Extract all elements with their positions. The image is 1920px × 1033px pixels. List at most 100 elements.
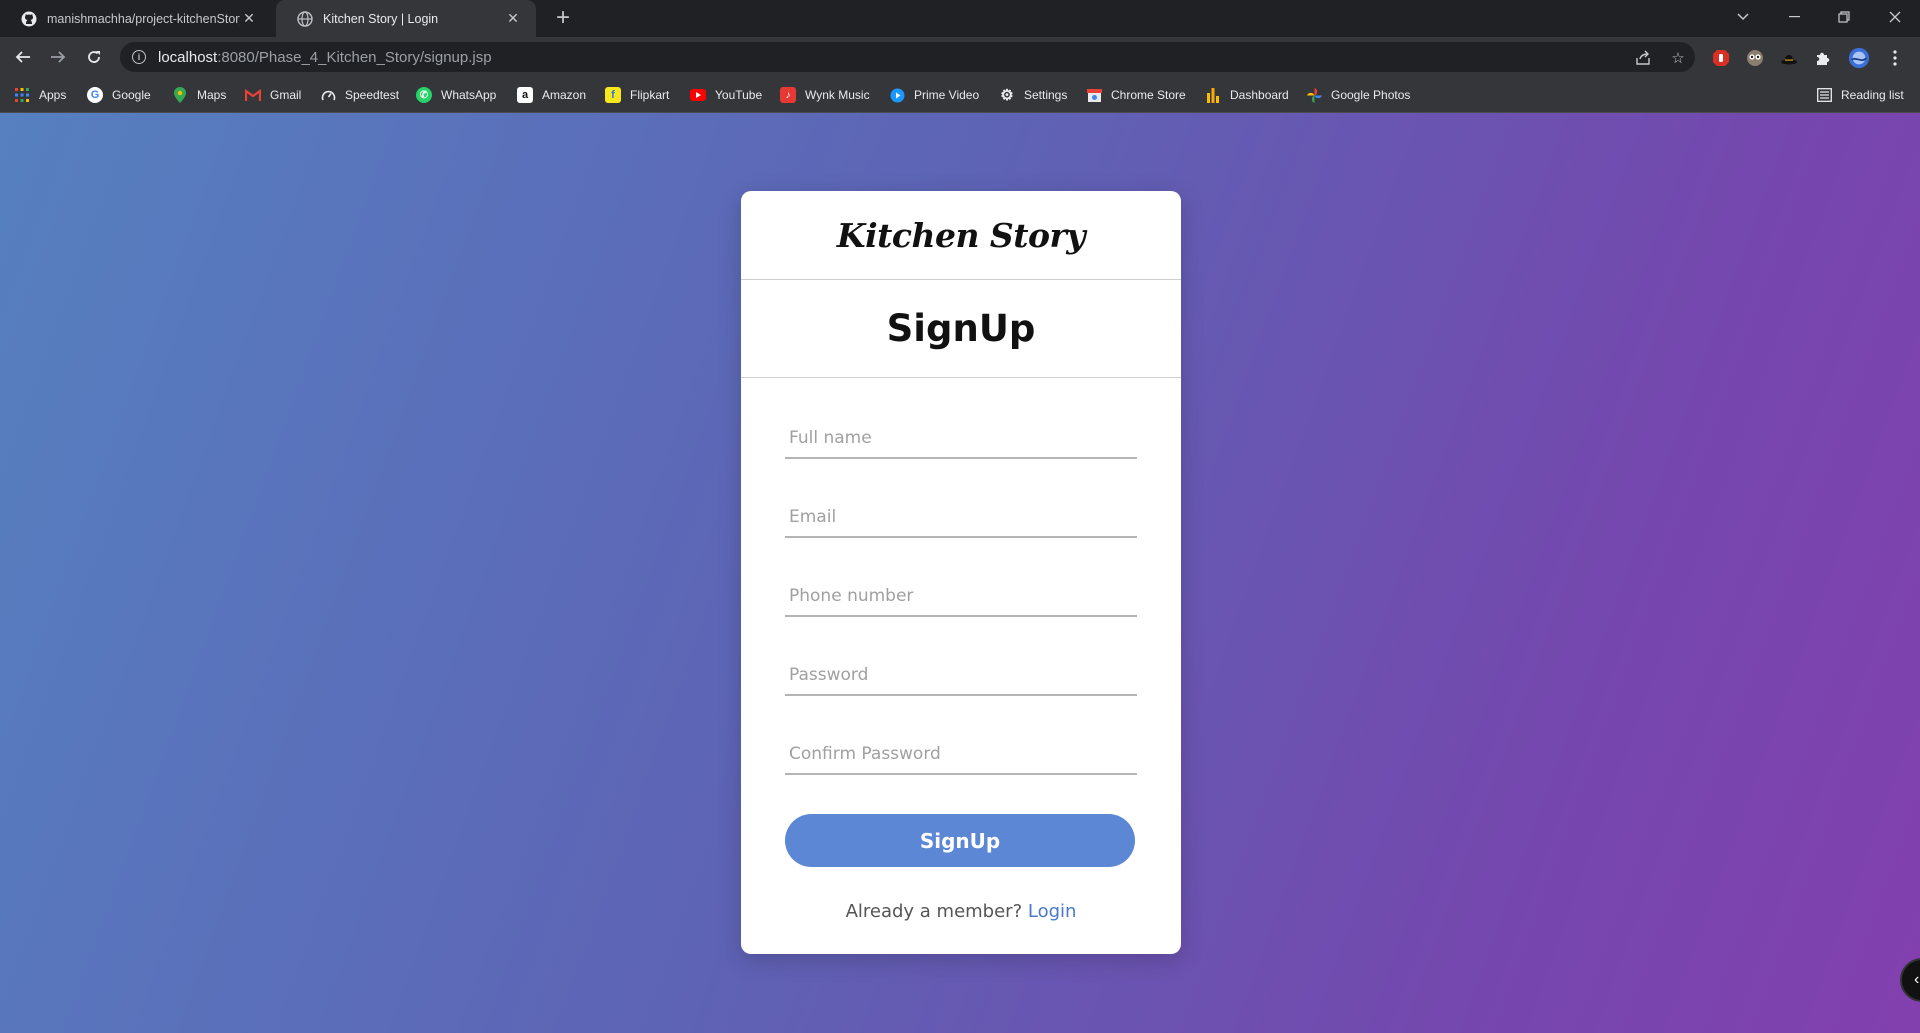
bookmark-label: Wynk Music [805,88,870,102]
brand-logo: Kitchen Story [741,191,1181,280]
extensions-puzzle-icon[interactable] [1812,47,1834,69]
chrome-store-icon [1086,87,1102,103]
url-path: :8080/Phase_4_Kitchen_Story/signup.jsp [217,48,492,66]
chevron-left-icon[interactable]: ‹ [1900,958,1920,1002]
back-arrow-icon[interactable] [10,44,36,70]
bookmark-prime-video[interactable]: Prime Video [889,85,979,105]
youtube-icon [690,87,706,103]
wynk-icon: ♪ [780,87,796,103]
bookmark-label: Flipkart [630,88,670,102]
github-icon [20,10,37,27]
bookmark-settings[interactable]: ⚙ Settings [999,85,1067,105]
kebab-menu-icon[interactable] [1884,47,1906,69]
address-bar[interactable]: i localhost:8080/Phase_4_Kitchen_Story/s… [120,42,1695,72]
profile-avatar-icon[interactable] [1848,47,1870,69]
reading-list-icon [1816,87,1832,103]
bookmark-flipkart[interactable]: f Flipkart [605,85,669,105]
bookmark-label: Google Photos [1331,88,1411,102]
full-name-input[interactable] [785,419,1137,459]
bookmark-label: Amazon [542,88,587,102]
bookmark-label: YouTube [715,88,763,102]
tab-strip: manishmachha/project-kitchenStory ✕ Kitc… [0,0,1920,37]
close-tab-icon[interactable]: ✕ [504,10,522,27]
amazon-icon: a [517,87,533,103]
gear-icon: ⚙ [1000,87,1014,104]
gmail-icon [245,87,261,103]
bookmark-speedtest[interactable]: Speedtest [320,85,399,105]
bookmark-amazon[interactable]: a Amazon [517,85,586,105]
full-name-field-wrapper [785,405,1137,484]
confirm-password-input[interactable] [785,735,1137,775]
bookmark-label: Prime Video [914,88,980,102]
bookmarks-bar: Apps G Google Maps Gmail Speedtest ✆ Wha… [0,77,1920,113]
reload-icon[interactable] [81,44,107,70]
password-input[interactable] [785,656,1137,696]
photos-pinwheel-icon [1306,87,1322,103]
bookmark-label: Maps [197,88,227,102]
flipkart-icon: f [605,87,621,103]
bookmark-label: Apps [39,88,67,102]
phone-number-input[interactable] [785,577,1137,617]
bookmark-maps[interactable]: Maps [172,85,226,105]
adblock-extension-icon[interactable] [1710,47,1732,69]
email-field-wrapper [785,484,1137,563]
tab-kitchen-story-login[interactable]: Kitchen Story | Login ✕ [276,0,536,37]
forward-arrow-icon[interactable] [45,44,71,70]
browser-toolbar: i localhost:8080/Phase_4_Kitchen_Story/s… [0,37,1920,77]
signup-form: SignUp Already a member? Login [741,378,1181,922]
page-title: SignUp [741,280,1181,378]
signup-card: Kitchen Story SignUp SignUp Already a me… [741,191,1181,954]
bookmark-google[interactable]: G Google [87,85,151,105]
login-link[interactable]: Login [1028,901,1077,922]
prime-video-icon [889,87,905,103]
reading-list-label: Reading list [1841,88,1904,102]
page-background: Kitchen Story SignUp SignUp Already a me… [0,113,1920,1033]
owl-extension-icon[interactable] [1744,47,1766,69]
google-icon: G [87,87,103,103]
tab-search-chevron-down-icon[interactable] [1718,0,1768,33]
url-host: localhost [158,48,218,66]
close-window-icon[interactable] [1870,0,1920,33]
signup-button[interactable]: SignUp [785,814,1135,867]
bookmark-wynk-music[interactable]: ♪ Wynk Music [780,85,870,105]
bookmark-gmail[interactable]: Gmail [245,85,301,105]
member-text: Already a member? [845,901,1023,922]
site-info-icon[interactable]: i [132,50,146,64]
close-tab-icon[interactable]: ✕ [240,10,258,27]
bookmark-chrome-store[interactable]: Chrome Store [1086,85,1186,105]
bookmark-apps[interactable]: Apps [14,85,66,105]
bookmark-star-icon[interactable]: ☆ [1670,50,1686,67]
reading-list-button[interactable]: Reading list [1816,85,1904,105]
tab-title: manishmachha/project-kitchenStory [47,11,240,26]
bookmark-whatsapp[interactable]: ✆ WhatsApp [416,85,496,105]
new-tab-button[interactable]: + [550,6,576,32]
globe-icon [296,10,313,27]
bookmark-label: Chrome Store [1111,88,1186,102]
share-icon[interactable] [1635,50,1651,66]
bookmark-label: Google [112,88,151,102]
bookmark-label: Dashboard [1230,88,1289,102]
restore-icon[interactable] [1819,0,1869,33]
bookmark-label: Settings [1024,88,1068,102]
confirm-password-field-wrapper [785,721,1137,800]
bookmark-label: Speedtest [345,88,400,102]
maps-pin-icon [172,87,188,103]
minimize-icon[interactable] [1769,0,1819,33]
tab-github-repo[interactable]: manishmachha/project-kitchenStory ✕ [0,0,272,37]
bookmark-dashboard[interactable]: Dashboard [1205,85,1289,105]
tab-title: Kitchen Story | Login [323,11,439,26]
bookmark-google-photos[interactable]: Google Photos [1306,85,1410,105]
whatsapp-icon: ✆ [416,87,432,103]
bookmark-youtube[interactable]: YouTube [690,85,762,105]
speedometer-icon [320,87,336,103]
dashboard-icon [1205,87,1221,103]
bookmark-label: WhatsApp [441,88,497,102]
password-field-wrapper [785,642,1137,721]
apps-grid-icon [14,87,30,103]
phone-field-wrapper [785,563,1137,642]
hat-extension-icon[interactable] [1778,47,1800,69]
login-prompt: Already a member? Login [785,901,1137,922]
bookmark-label: Gmail [270,88,302,102]
url-text: localhost:8080/Phase_4_Kitchen_Story/sig… [158,49,492,66]
email-input[interactable] [785,498,1137,538]
